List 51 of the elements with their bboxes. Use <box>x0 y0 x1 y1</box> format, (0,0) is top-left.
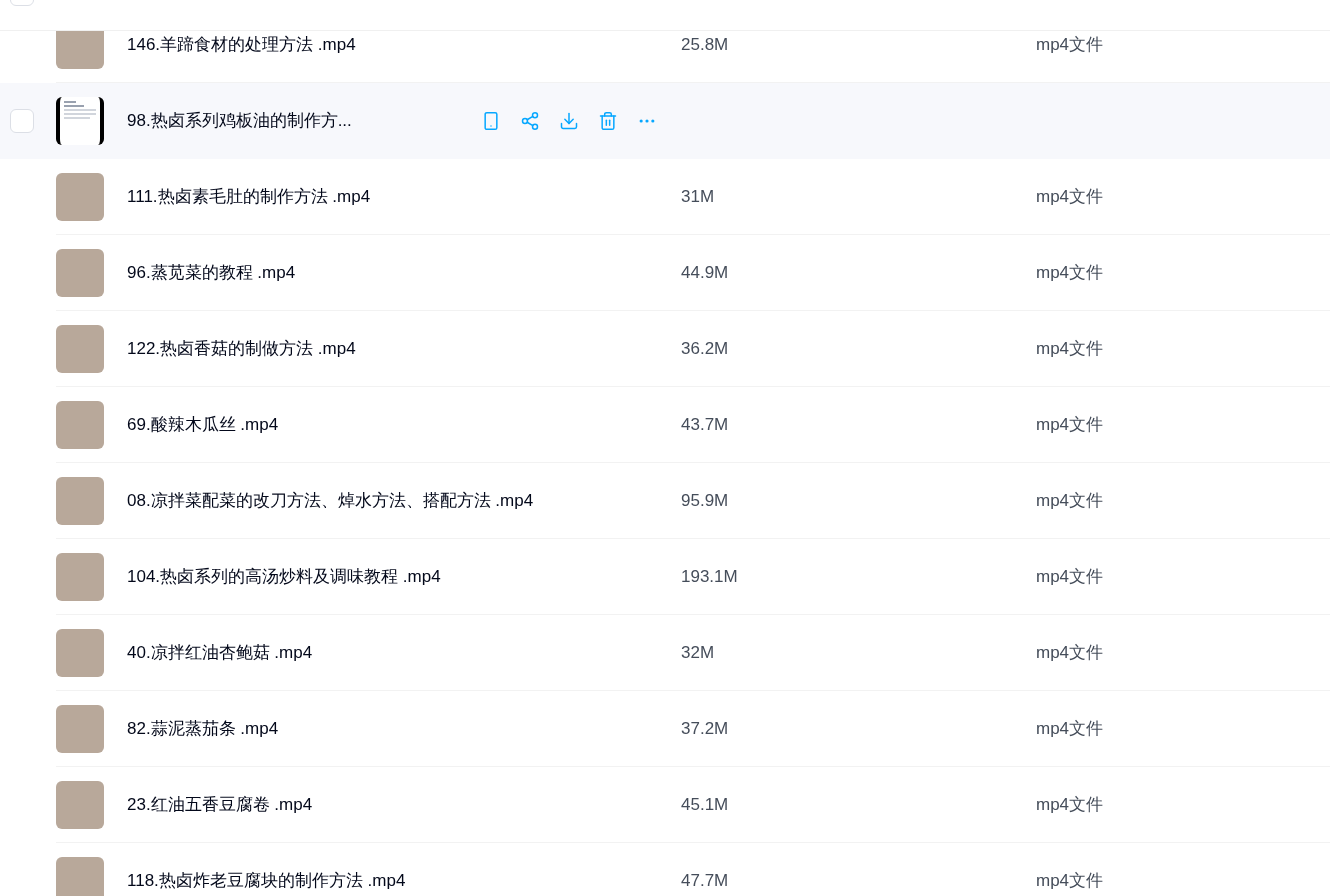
file-name[interactable]: 104.热卤系列的高汤炒料及调味教程 .mp4 <box>127 563 441 590</box>
photo-placeholder <box>56 780 104 829</box>
file-size: 43.7M <box>681 414 729 434</box>
hovered-row[interactable]: 98.热卤系列鸡板油的制作方... <box>0 83 1330 159</box>
photo-placeholder <box>56 248 104 297</box>
file-type: mp4文件 <box>1036 490 1104 510</box>
file-name[interactable]: 69.酸辣木瓜丝 .mp4 <box>127 411 279 438</box>
file-type: mp4文件 <box>1036 338 1104 358</box>
photo-placeholder <box>56 628 104 677</box>
file-type: mp4文件 <box>1036 871 1104 891</box>
phone-icon[interactable] <box>481 111 501 131</box>
file-size: 31M <box>681 186 715 206</box>
file-name[interactable]: 08.凉拌菜配菜的改刀方法、焯水方法、搭配方法 .mp4 <box>127 487 534 514</box>
file-size: 193.1M <box>681 566 738 586</box>
row-checkbox[interactable] <box>10 109 34 133</box>
file-type: mp4文件 <box>1036 34 1104 54</box>
file-type: mp4文件 <box>1036 642 1104 662</box>
document-thumbnail <box>56 97 104 145</box>
file-name[interactable]: 98.热卤系列鸡板油的制作方... <box>127 108 352 134</box>
file-size: 47.7M <box>681 871 729 891</box>
photo-placeholder <box>56 704 104 753</box>
file-type: mp4文件 <box>1036 186 1104 206</box>
file-name[interactable]: 146.羊蹄食材的处理方法 .mp4 <box>127 31 356 58</box>
file-name[interactable]: 40.凉拌红油杏鲍菇 .mp4 <box>127 639 313 666</box>
file-type: mp4文件 <box>1036 794 1104 814</box>
file-type: mp4文件 <box>1036 566 1104 586</box>
file-size: 36.2M <box>681 338 729 358</box>
file-size: 95.9M <box>681 490 729 510</box>
file-size: 32M <box>681 642 715 662</box>
download-icon[interactable] <box>559 111 579 131</box>
file-name[interactable]: 111.热卤素毛肚的制作方法 .mp4 <box>127 183 371 210</box>
file-type: mp4文件 <box>1036 718 1104 738</box>
file-size: 45.1M <box>681 794 729 814</box>
delete-icon[interactable] <box>598 111 618 131</box>
photo-placeholder <box>56 552 104 601</box>
photo-placeholder <box>56 476 104 525</box>
file-name[interactable]: 82.蒜泥蒸茄条 .mp4 <box>127 715 279 742</box>
file-type: mp4文件 <box>1036 262 1104 282</box>
photo-placeholder <box>56 400 104 449</box>
file-name[interactable]: 122.热卤香菇的制做方法 .mp4 <box>127 335 356 362</box>
share-icon[interactable] <box>520 111 540 131</box>
file-size: 37.2M <box>681 718 729 738</box>
file-name[interactable]: 118.热卤炸老豆腐块的制作方法 .mp4 <box>127 868 406 894</box>
photo-placeholder <box>56 172 104 221</box>
photo-placeholder <box>56 324 104 373</box>
file-name[interactable]: 96.蒸苋菜的教程 .mp4 <box>127 259 296 286</box>
file-size: 25.8M <box>681 34 729 54</box>
photo-placeholder <box>56 857 104 896</box>
file-type: mp4文件 <box>1036 414 1104 434</box>
file-name[interactable]: 23.红油五香豆腐卷 .mp4 <box>127 791 313 818</box>
file-size: 44.9M <box>681 262 729 282</box>
